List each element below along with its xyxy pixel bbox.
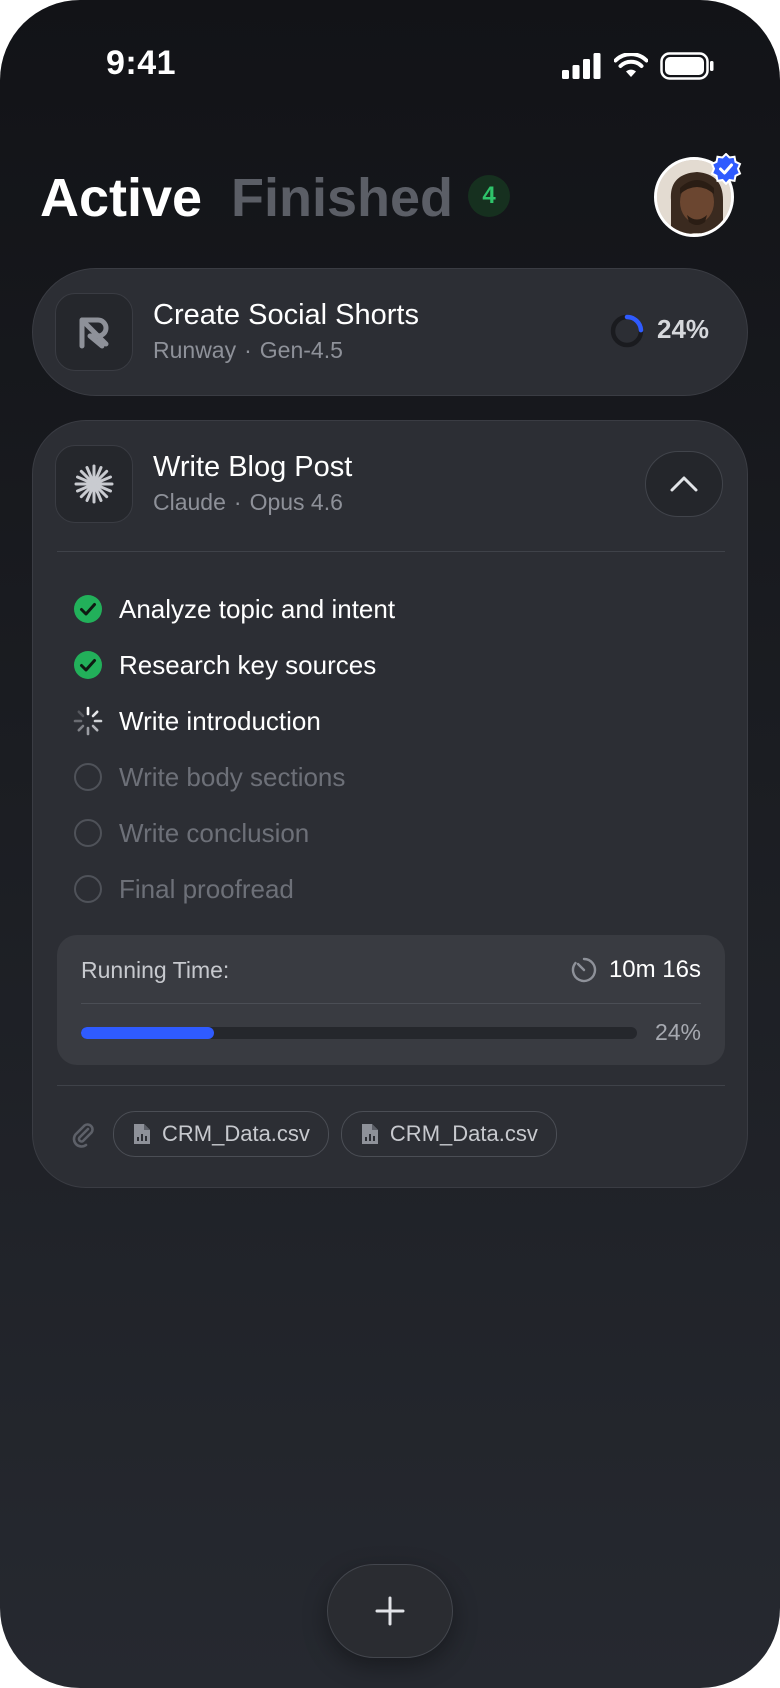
running-time-value: 10m 16s [608, 956, 701, 983]
task-subtitle: Claude · Opus 4.6 [153, 489, 343, 516]
card-divider [57, 1085, 725, 1086]
task-card-blog-post: Write Blog Post Claude · Opus 4.6 Analyze … [32, 420, 748, 1188]
status-time: 9:41 [106, 44, 177, 82]
task-model: Gen-4.5 [259, 337, 343, 363]
step-item: Analyze topic and intent [73, 581, 693, 637]
running-time-label: Running Time: [81, 957, 230, 983]
claude-sparkle-icon [74, 464, 114, 504]
step-label: Research key sources [119, 649, 377, 680]
step-label: Write introduction [119, 705, 321, 736]
step-item: Research key sources [73, 637, 693, 693]
file-chip[interactable]: CRM_Data.csv [340, 1111, 557, 1157]
tab-finished[interactable]: Finished [231, 167, 453, 229]
runway-logo-icon [79, 317, 109, 349]
separator-dot: · [233, 489, 242, 515]
battery-icon [660, 52, 714, 80]
panel-divider [81, 1003, 701, 1004]
task-title: Create Social Shorts [153, 299, 419, 331]
file-chip[interactable]: CRM_Data.csv [113, 1111, 329, 1157]
plus-icon [375, 1596, 405, 1626]
step-item: Write body sections [73, 749, 693, 805]
task-card-social-shorts[interactable]: Create Social Shorts Runway · Gen-4.5 24% [32, 268, 748, 396]
task-progress-label: 24% [657, 314, 710, 344]
file-name: CRM_Data.csv [162, 1121, 310, 1146]
wifi-icon [614, 53, 648, 77]
loading-spinner-icon [73, 706, 103, 736]
tab-active[interactable]: Active [40, 167, 202, 229]
separator-dot: · [244, 337, 252, 363]
running-time-value-group: 10m 16s [571, 956, 701, 984]
step-item: Write conclusion [73, 805, 693, 861]
finished-count-badge: 4 [468, 175, 510, 217]
running-time-panel: Running Time: 10m 16s 24% [57, 935, 725, 1065]
file-icon [361, 1124, 378, 1144]
step-label: Final proofread [119, 873, 294, 904]
progress-ring [610, 314, 644, 348]
collapse-button[interactable] [645, 451, 723, 517]
verified-badge-icon [710, 153, 742, 185]
progress-percent: 24% [654, 1019, 701, 1045]
empty-circle-icon [74, 875, 102, 903]
card-divider [57, 551, 725, 552]
status-icons [562, 52, 714, 80]
add-task-button[interactable] [327, 1564, 453, 1658]
step-label: Analyze topic and intent [119, 593, 396, 624]
progress-bar-fill [81, 1027, 215, 1039]
check-circle-icon [74, 651, 102, 679]
runway-app-icon [55, 293, 133, 371]
empty-circle-icon [74, 819, 102, 847]
step-label: Write conclusion [119, 817, 310, 848]
task-title: Write Blog Post [153, 451, 353, 483]
task-subtitle: Runway · Gen-4.5 [153, 337, 343, 364]
file-icon [134, 1124, 150, 1144]
signal-icon [562, 53, 601, 79]
step-label: Write body sections [119, 761, 346, 792]
app-screen: 9:41 Active Finished 4 Create Social Sho… [0, 0, 780, 1688]
timer-icon [571, 957, 597, 983]
claude-app-icon [55, 445, 133, 523]
status-bar: 9:41 [0, 0, 780, 120]
empty-circle-icon [74, 763, 102, 791]
file-name: CRM_Data.csv [389, 1121, 538, 1146]
step-item: Write introduction [73, 693, 693, 749]
header: Active Finished 4 [40, 153, 742, 237]
check-circle-icon [74, 595, 102, 623]
task-model: Opus 4.6 [249, 489, 343, 515]
step-list: Analyze topic and intent Research key so… [73, 581, 693, 917]
task-provider: Claude [153, 489, 226, 515]
step-item: Final proofread [73, 861, 693, 917]
paperclip-icon[interactable] [69, 1120, 97, 1148]
attachments-row: CRM_Data.csv CRM_Data.csv [69, 1111, 557, 1157]
chevron-up-icon [670, 476, 698, 492]
task-provider: Runway [153, 337, 237, 363]
progress-bar [81, 1027, 637, 1039]
